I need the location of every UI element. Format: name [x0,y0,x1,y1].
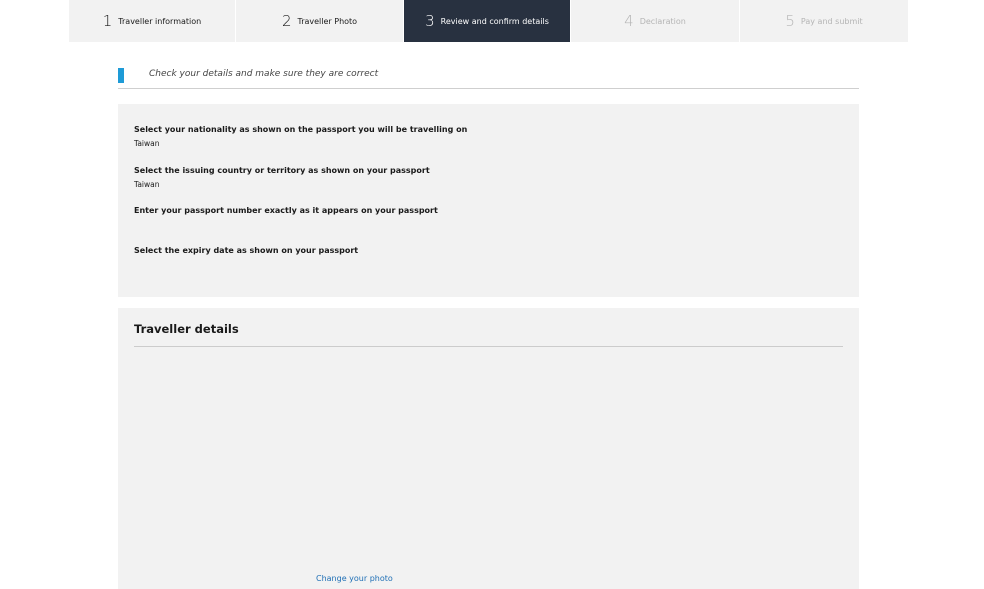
nationality-question: Select your nationality as shown on the … [134,125,468,134]
step-traveller-photo[interactable]: 2 Traveller Photo [236,0,404,42]
accent-bar [118,68,124,83]
step-number: 1 [102,12,113,30]
step-number: 3 [425,12,435,30]
traveller-details-title: Traveller details [134,322,239,336]
expiry-date-question: Select the expiry date as shown on your … [134,246,359,255]
change-photo-link[interactable]: Change your photo [316,574,393,583]
divider [134,346,843,347]
step-traveller-information[interactable]: 1 Traveller information [69,0,236,42]
step-number: 5 [785,12,795,30]
passport-number-question: Enter your passport number exactly as it… [134,206,438,215]
step-label: Traveller Photo [297,16,358,26]
issuing-country-answer: Taiwan [134,180,160,189]
step-label: Traveller information [118,16,202,26]
step-number: 2 [281,12,292,30]
step-label: Declaration [639,16,686,26]
step-pay-and-submit: 5 Pay and submit [740,0,908,42]
step-review-and-confirm[interactable]: 3 Review and confirm details [404,0,571,42]
step-label: Review and confirm details [440,16,549,26]
nationality-answer: Taiwan [134,139,160,148]
section-subheading: Check your details and make sure they ar… [118,67,859,89]
subheading-text: Check your details and make sure they ar… [149,69,379,79]
traveller-details-panel: Traveller details Change your photo [118,308,859,589]
step-number: 4 [624,12,634,30]
passport-details-panel: Select your nationality as shown on the … [118,104,859,297]
step-label: Pay and submit [800,16,863,26]
step-declaration: 4 Declaration [571,0,740,42]
issuing-country-question: Select the issuing country or territory … [134,166,430,175]
progress-steps: 1 Traveller information 2 Traveller Phot… [69,0,908,42]
